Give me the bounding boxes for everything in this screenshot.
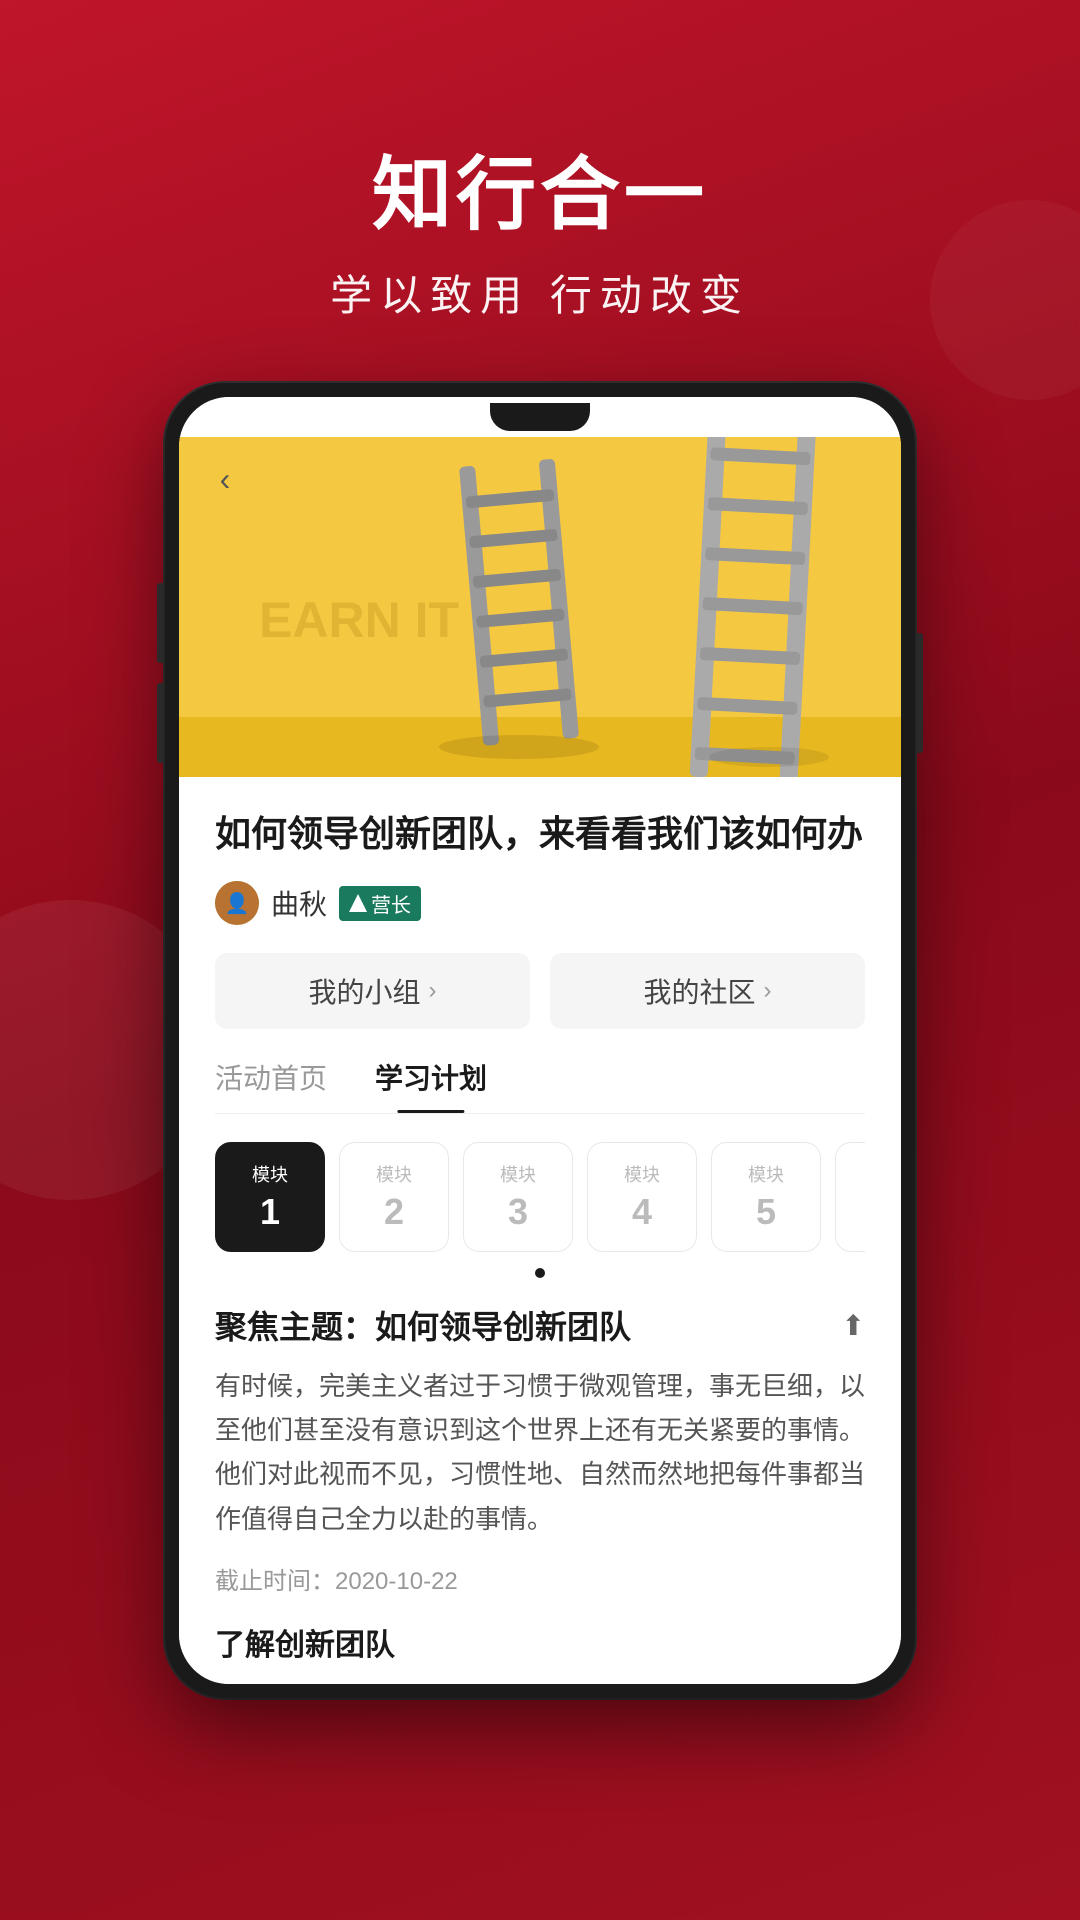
svg-text:EARN IT: EARN IT [259, 592, 459, 648]
author-name: 曲秋 [271, 883, 327, 923]
article-title: 如何领导创新团队，来看看我们该如何办 [215, 807, 865, 861]
side-button-vol-up [157, 583, 163, 663]
main-title: 知行合一 [0, 130, 1080, 246]
phone-screen: ‹ [179, 397, 901, 1684]
arrow-right-icon-2: › [764, 977, 772, 1005]
header-area: 知行合一 学以致用 行动改变 [0, 0, 1080, 323]
section-title: 聚焦主题：如何领导创新团队 [215, 1302, 631, 1348]
module-1-block[interactable]: 模块 1 [215, 1142, 325, 1252]
modules-row: 模块 1 模块 2 模块 3 模块 4 [215, 1142, 865, 1252]
active-dot [535, 1268, 545, 1278]
tabs-row: 活动首页 学习计划 [215, 1057, 865, 1114]
carousel-indicator [215, 1268, 865, 1278]
side-button-power [917, 633, 923, 753]
module-4-block[interactable]: 模块 4 [587, 1142, 697, 1252]
back-chevron-icon: ‹ [220, 463, 231, 495]
article-body: 有时候，完美主义者过于习惯于微观管理，事无巨细，以至他们甚至没有意识到这个世界上… [215, 1364, 865, 1541]
my-group-label: 我的小组 [308, 971, 420, 1011]
author-row: 👤 曲秋 营长 [215, 881, 865, 925]
notch-hole [490, 403, 590, 431]
avatar-image: 👤 [215, 881, 259, 925]
module-2-num: 2 [384, 1191, 404, 1233]
module-5-block[interactable]: 模块 5 [711, 1142, 821, 1252]
side-button-vol-down [157, 683, 163, 763]
module-3-num: 3 [508, 1191, 528, 1233]
module-1-label: 模块 [252, 1161, 288, 1187]
ladder-illustration: EARN IT [179, 437, 901, 777]
content-area: 如何领导创新团队，来看看我们该如何办 👤 曲秋 营长 我的小组 [179, 777, 901, 1684]
tab-activity-home[interactable]: 活动首页 [215, 1057, 327, 1113]
deadline-text: 截止时间：2020-10-22 [215, 1561, 865, 1596]
my-community-label: 我的社区 [643, 971, 755, 1011]
my-group-button[interactable]: 我的小组 › [215, 953, 530, 1029]
nav-buttons-row: 我的小组 › 我的社区 › [215, 953, 865, 1029]
tab-study-plan-label: 学习计划 [375, 1063, 487, 1094]
module-5-num: 5 [756, 1191, 776, 1233]
module-5-label: 模块 [748, 1161, 784, 1187]
module-4-label: 模块 [624, 1161, 660, 1187]
module-1-num: 1 [260, 1191, 280, 1233]
module-2-block[interactable]: 模块 2 [339, 1142, 449, 1252]
module-closing-block[interactable]: 结营 [835, 1142, 865, 1252]
main-subtitle: 学以致用 行动改变 [0, 262, 1080, 323]
phone-mockup: ‹ [165, 383, 915, 1698]
author-badge: 营长 [339, 886, 421, 921]
section-heading: 聚焦主题：如何领导创新团队 ⬆ [215, 1302, 865, 1348]
phone-frame: ‹ [165, 383, 915, 1698]
hero-image: ‹ [179, 437, 901, 777]
tab-study-plan[interactable]: 学习计划 [375, 1057, 487, 1113]
arrow-right-icon: › [429, 977, 437, 1005]
tab-activity-home-label: 活动首页 [215, 1063, 327, 1094]
badge-label: 营长 [371, 889, 411, 918]
sub-heading: 了解创新团队 [215, 1620, 865, 1684]
share-icon[interactable]: ⬆ [842, 1309, 865, 1342]
back-button[interactable]: ‹ [203, 457, 247, 501]
phone-notch [179, 397, 901, 437]
module-2-label: 模块 [376, 1161, 412, 1187]
my-community-button[interactable]: 我的社区 › [550, 953, 865, 1029]
module-3-block[interactable]: 模块 3 [463, 1142, 573, 1252]
module-4-num: 4 [632, 1191, 652, 1233]
badge-triangle-icon [349, 894, 367, 912]
module-3-label: 模块 [500, 1161, 536, 1187]
author-avatar: 👤 [215, 881, 259, 925]
